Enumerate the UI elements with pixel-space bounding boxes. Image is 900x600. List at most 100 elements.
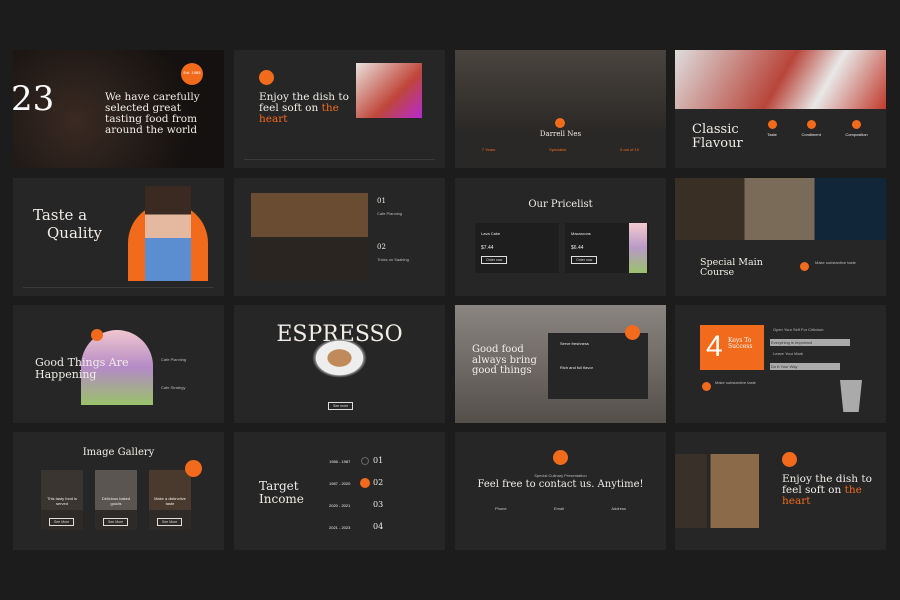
order-button[interactable]: Order now	[571, 256, 598, 264]
slide-subtitle: Special Culinary Presentation	[534, 473, 587, 478]
slide-title: Good food always bring good things	[472, 344, 537, 376]
contact-label: Address	[611, 506, 626, 511]
item-name: Macaroons	[571, 231, 591, 236]
item-label: Serve freshness	[560, 341, 589, 346]
feature-icon	[800, 262, 809, 271]
timeline: 1986 - 1987 01 1987 - 2020 02 2020 - 2021 0…	[329, 450, 439, 538]
food-photos	[675, 454, 759, 528]
item-label: Cafe Planning	[161, 357, 187, 362]
key-item: Do It Your Way	[770, 363, 840, 370]
item-label: Tricks on Saabing	[377, 257, 409, 262]
feature-icon	[767, 120, 777, 129]
slide-title: Feel free to contact us. Anytime!	[477, 479, 644, 490]
gallery-card: This tasty food is served See More	[41, 470, 83, 530]
title-line-2: Quality	[47, 224, 102, 242]
item-label: Cafe Strategy	[161, 385, 186, 390]
timeline-years: 2020 - 2021	[329, 502, 351, 508]
see-more-button[interactable]: See More	[49, 518, 75, 526]
slide-title: Classic Flavour	[692, 122, 743, 151]
footer-divider	[23, 287, 214, 288]
slide-13[interactable]: Image Gallery This tasty food is served S…	[13, 432, 224, 550]
feature-icon	[806, 120, 816, 129]
footer-divider	[244, 159, 435, 160]
cup-icon	[840, 380, 862, 412]
item-name: Lava Cake	[481, 231, 501, 236]
pencil-icon	[625, 325, 640, 340]
numeral: 23	[13, 79, 55, 119]
gallery-card: Make a distinctive taste See More	[149, 470, 191, 530]
macaron-photo	[629, 223, 647, 273]
stat: 5 out of 10	[620, 147, 640, 152]
slide-14[interactable]: Target Income 1986 - 1987 01 1987 - 2020 0…	[234, 432, 445, 550]
contact-label: Phone	[495, 506, 507, 511]
title-line-1: Taste a	[33, 206, 88, 224]
card-caption: Make a distinctive taste	[154, 496, 186, 506]
feature-label: Make substantive taste	[815, 260, 856, 265]
slide-title: Good Things Are Happening	[35, 356, 129, 381]
slide-9[interactable]: Good Things Are Happening Cafe Planning …	[13, 305, 224, 423]
slide-16[interactable]: Enjoy the dish to feel soft on the heart	[675, 432, 886, 550]
food-photos	[675, 178, 886, 240]
slide-11[interactable]: Good food always bring good things Serve…	[455, 305, 666, 423]
key-item: Open Your Self For Criticism	[773, 327, 824, 332]
slide-4[interactable]: Classic Flavour Taste Condiment Composit…	[675, 50, 886, 168]
slide-10[interactable]: ESPRESSO See more	[234, 305, 445, 423]
timeline-marker-active	[360, 478, 370, 488]
slide-12[interactable]: 4 Keys To Success Open Your Self For Cri…	[675, 305, 886, 423]
woman-photo	[145, 186, 191, 281]
food-photo	[356, 63, 422, 118]
slide-6[interactable]: 01 Cafe Planning 02 Tricks on Saabing	[234, 178, 445, 296]
photo-grid	[251, 193, 368, 281]
est-badge: Est. 1985	[181, 63, 203, 85]
megaphone-icon	[259, 70, 274, 85]
slide-8[interactable]: Special Main Course Make substantive tas…	[675, 178, 886, 296]
slide-title: Keys To Success	[728, 337, 753, 351]
feature-icon	[852, 120, 862, 129]
order-button[interactable]: Order now	[481, 256, 508, 264]
feature-label: Condiment	[801, 132, 821, 137]
feature-label: Make substantive taste	[715, 380, 756, 385]
logo	[553, 450, 568, 465]
timeline-years: 1986 - 1987	[329, 458, 351, 464]
stat: 7 Years	[481, 147, 496, 152]
item-number: 02	[377, 243, 386, 251]
slide-3[interactable]: Darrell Nes 7 Years Specialist 5 out of 10	[455, 50, 666, 168]
see-more-button[interactable]: See more	[328, 402, 354, 410]
food-photo	[675, 50, 886, 109]
item-label: Rich and full flavor	[560, 365, 593, 370]
item-price: $6.44	[571, 245, 584, 251]
feature-label: Composition	[845, 132, 868, 137]
see-more-button[interactable]: See More	[157, 518, 183, 526]
price-card: Lava Cake $7.44 Order now	[475, 223, 559, 273]
feature-label: Taste	[767, 132, 777, 137]
key-item: Everything is Important	[770, 339, 850, 346]
slide-15[interactable]: Special Culinary Presentation Feel free …	[455, 432, 666, 550]
pencil-icon	[91, 329, 103, 341]
info-panel: Serve freshness Rich and full flavor	[548, 333, 648, 399]
slide-1[interactable]: 23 Est. 1985 We have carefully selected …	[13, 50, 224, 168]
chef-name: Darrell Nes	[539, 130, 582, 138]
slide-title: Our Pricelist	[528, 199, 593, 210]
see-more-button[interactable]: See More	[103, 518, 129, 526]
slide-2[interactable]: Enjoy the dish to feel soft on the heart	[234, 50, 445, 168]
timeline-number: 02	[373, 477, 384, 487]
item-price: $7.44	[481, 245, 494, 251]
chat-icon	[185, 460, 202, 477]
contact-label: Email	[553, 506, 564, 511]
slide-title: Special Main Course	[700, 257, 763, 278]
megaphone-icon	[782, 452, 797, 467]
coffee-cup	[312, 338, 367, 378]
timeline-number: 03	[373, 499, 384, 509]
timeline-years: 1987 - 2020	[329, 480, 351, 486]
item-number: 01	[377, 197, 386, 205]
card-caption: This tasty food is served	[46, 496, 77, 506]
slide-7[interactable]: Our Pricelist Lava Cake $7.44 Order now …	[455, 178, 666, 296]
item-label: Cafe Planning	[377, 211, 403, 216]
gallery-card: Delicious baked goods See More	[95, 470, 137, 530]
timeline-marker	[361, 457, 369, 465]
price-card: Macaroons $6.44 Order now	[565, 223, 649, 273]
timeline-number: 01	[373, 455, 384, 465]
slide-5[interactable]: Taste a Quality	[13, 178, 224, 296]
timeline-years: 2021 - 2023	[329, 524, 351, 530]
slide-title: Target Income	[259, 479, 304, 506]
